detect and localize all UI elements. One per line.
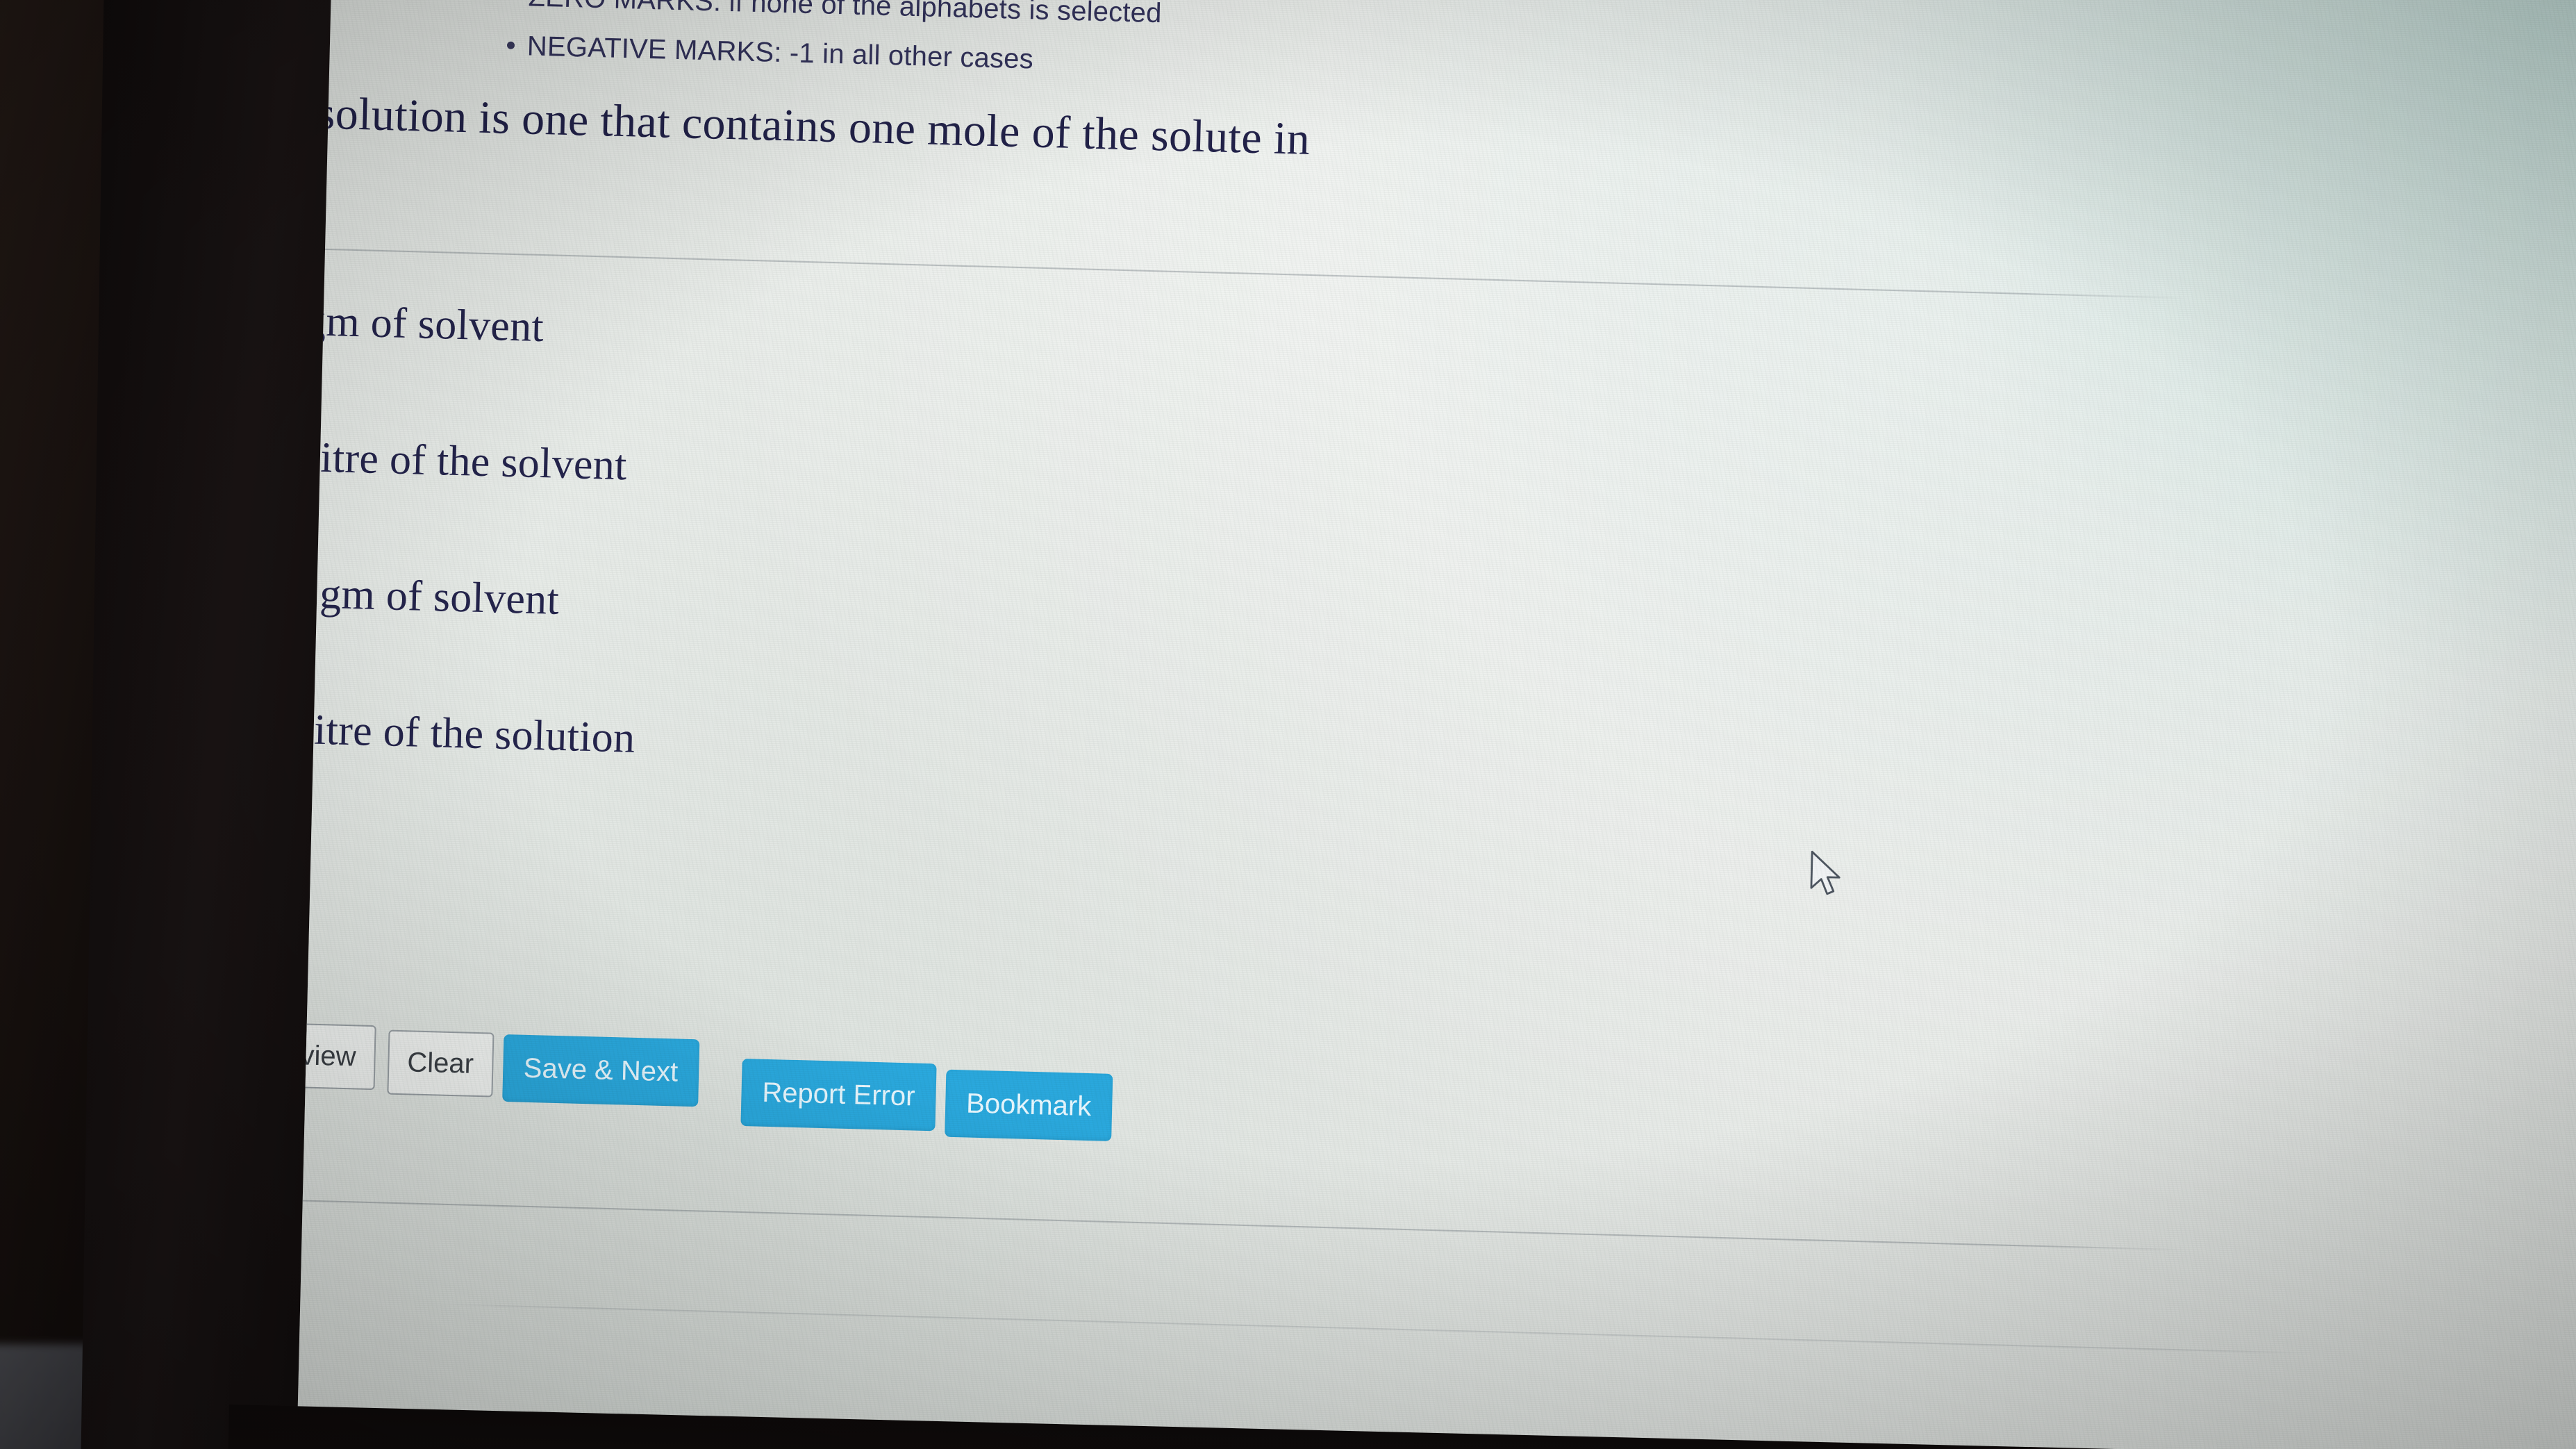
exam-page: ZERO MARKS: if none of the alphabets is … <box>296 0 2576 1449</box>
divider <box>296 1195 2184 1251</box>
option-label: 100 gm of solvent <box>297 295 545 351</box>
monitor-screen: ZERO MARKS: if none of the alphabets is … <box>296 0 2576 1449</box>
mark-for-review-button[interactable]: Mark for Review <box>296 1019 376 1091</box>
mouse-pointer-icon <box>1810 850 1840 895</box>
instruction-text: NEGATIVE MARKS: -1 in all other cases <box>526 31 1034 75</box>
monitor-screen-area: ZERO MARKS: if none of the alphabets is … <box>296 0 2576 1449</box>
option-row[interactable]: One litre of the solution <box>297 693 1838 803</box>
option-label: One litre of the solution <box>297 704 636 762</box>
report-error-button[interactable]: Report Error <box>740 1058 937 1132</box>
option-row[interactable]: 100 gm of solvent <box>297 284 1848 395</box>
option-label: 1000 gm of solvent <box>297 568 560 624</box>
divider <box>296 244 2186 299</box>
clear-button[interactable]: Clear <box>387 1029 495 1098</box>
option-label: One litre of the solvent <box>297 431 628 489</box>
answer-options: 100 gm of solvent One litre of the solve… <box>297 284 1848 872</box>
instruction-text: ZERO MARKS: if none of the alphabets is … <box>528 0 1163 29</box>
option-row[interactable]: One litre of the solvent <box>297 420 1845 531</box>
photo-scene: ZERO MARKS: if none of the alphabets is … <box>0 0 2576 1449</box>
save-and-next-button[interactable]: Save & Next <box>501 1034 700 1107</box>
bullet-dot-icon <box>506 41 515 49</box>
option-row[interactable]: 1000 gm of solvent <box>297 556 1842 667</box>
divider <box>439 1303 2314 1355</box>
action-button-bar: Mark for Review Clear Save & Next Report… <box>296 1019 1114 1141</box>
bookmark-button[interactable]: Bookmark <box>945 1069 1113 1141</box>
